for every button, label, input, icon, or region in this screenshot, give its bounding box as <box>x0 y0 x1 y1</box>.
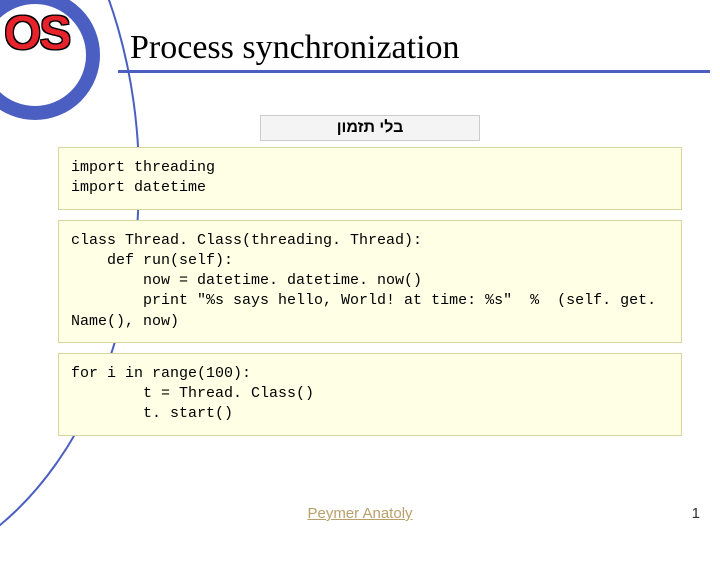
tag-label: בלי תזמון <box>260 115 480 141</box>
page-title: Process synchronization <box>130 29 460 67</box>
code-block-imports: import threading import datetime <box>58 147 682 210</box>
slide-header: OS Process synchronization <box>0 0 720 80</box>
logo: OS <box>0 10 110 80</box>
title-underline <box>118 70 710 73</box>
code-block-class: class Thread. Class(threading. Thread): … <box>58 220 682 343</box>
slide-content: בלי תזמון import threading import dateti… <box>0 115 720 436</box>
logo-text: OS <box>4 6 69 61</box>
code-block-loop: for i in range(100): t = Thread. Class()… <box>58 353 682 436</box>
page-number: 1 <box>692 505 700 522</box>
footer-author: Peymer Anatoly <box>0 505 720 522</box>
